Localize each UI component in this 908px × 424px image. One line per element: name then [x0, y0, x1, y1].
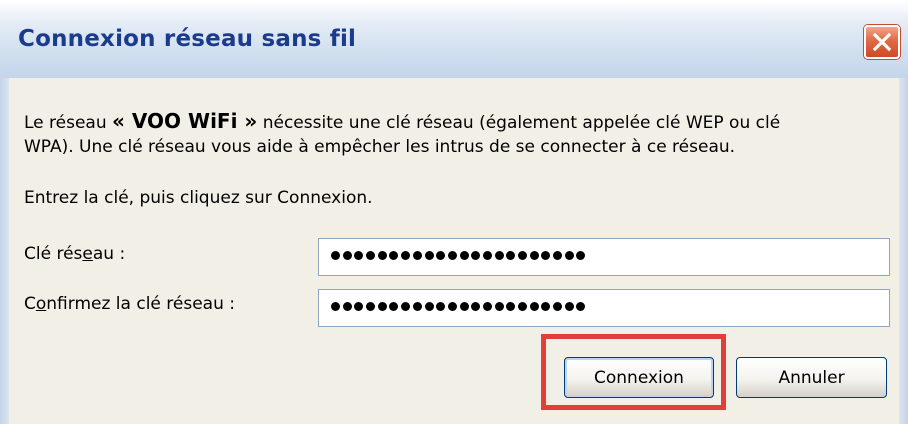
- confirm-key-label-start: C: [24, 294, 36, 314]
- masked-char-dot: [459, 251, 469, 260]
- masked-char-dot: [518, 302, 527, 311]
- confirm-key-accelerator: o: [35, 294, 47, 314]
- masked-char-dot: [401, 251, 411, 260]
- connect-button-highlight: [541, 334, 726, 410]
- masked-char-dot: [424, 302, 434, 311]
- masked-char-dot: [564, 251, 574, 260]
- masked-char-dot: [506, 251, 516, 260]
- masked-char-dot: [447, 302, 457, 311]
- masked-char-dot: [529, 251, 539, 260]
- masked-char-dot: [412, 251, 422, 260]
- masked-char-dot: [482, 302, 492, 311]
- confirm-key-label: Confirmez la clé réseau :: [24, 294, 235, 314]
- masked-char-dot: [377, 302, 387, 311]
- masked-char-dot: [447, 251, 457, 260]
- network-key-accelerator: e: [82, 244, 93, 264]
- masked-char-dot: [366, 251, 376, 260]
- network-key-label-end: au :: [92, 244, 126, 264]
- masked-char-dot: [541, 302, 551, 311]
- masked-char-dot: [424, 251, 434, 260]
- network-name: « VOO WiFi »: [112, 109, 258, 133]
- masked-char-dot: [331, 251, 340, 260]
- masked-char-dot: [459, 302, 469, 311]
- confirm-key-input[interactable]: [318, 289, 890, 327]
- masked-char-dot: [342, 302, 352, 311]
- wireless-connection-dialog: Connexion réseau sans fil Le réseau « VO…: [0, 0, 908, 424]
- masked-char-dot: [436, 302, 446, 311]
- masked-char-dot: [436, 251, 446, 260]
- masked-char-dot: [401, 302, 411, 311]
- network-key-label-start: Clé rés: [24, 244, 83, 264]
- network-key-label: Clé réseau :: [24, 244, 125, 264]
- close-button[interactable]: [864, 25, 900, 59]
- masked-char-dot: [389, 302, 399, 311]
- instruction-text: Entrez la clé, puis cliquez sur Connexio…: [24, 188, 373, 208]
- confirm-key-masked-value: [331, 302, 586, 311]
- masked-char-dot: [471, 251, 481, 260]
- masked-char-dot: [342, 251, 352, 260]
- dialog-title: Connexion réseau sans fil: [18, 26, 357, 52]
- close-icon: [872, 32, 892, 52]
- masked-char-dot: [506, 302, 516, 311]
- masked-char-dot: [331, 302, 340, 311]
- masked-char-dot: [576, 251, 586, 260]
- masked-char-dot: [553, 302, 563, 311]
- masked-char-dot: [354, 251, 364, 260]
- masked-char-dot: [482, 251, 492, 260]
- window-border-right: [899, 78, 908, 424]
- masked-char-dot: [564, 302, 574, 311]
- window-border-left: [0, 78, 9, 424]
- masked-char-dot: [518, 251, 527, 260]
- network-key-masked-value: [331, 251, 586, 260]
- masked-char-dot: [366, 302, 376, 311]
- masked-char-dot: [377, 251, 387, 260]
- message-line-2: WPA). Une clé réseau vous aide à empêche…: [24, 137, 736, 157]
- masked-char-dot: [471, 302, 481, 311]
- masked-char-dot: [529, 302, 539, 311]
- masked-char-dot: [494, 302, 504, 311]
- masked-char-dot: [553, 251, 563, 260]
- masked-char-dot: [494, 251, 504, 260]
- message-suffix: nécessite une clé réseau (également appe…: [257, 113, 781, 133]
- cancel-button[interactable]: Annuler: [736, 357, 887, 398]
- masked-char-dot: [541, 251, 551, 260]
- message-line-1: Le réseau « VOO WiFi » nécessite une clé…: [24, 109, 780, 133]
- network-key-input[interactable]: [318, 238, 890, 276]
- masked-char-dot: [576, 302, 586, 311]
- masked-char-dot: [354, 302, 364, 311]
- confirm-key-label-end: nfirmez la clé réseau :: [46, 294, 235, 314]
- masked-char-dot: [389, 251, 399, 260]
- title-bar[interactable]: Connexion réseau sans fil: [0, 0, 908, 78]
- masked-char-dot: [412, 302, 422, 311]
- message-prefix: Le réseau: [24, 113, 113, 133]
